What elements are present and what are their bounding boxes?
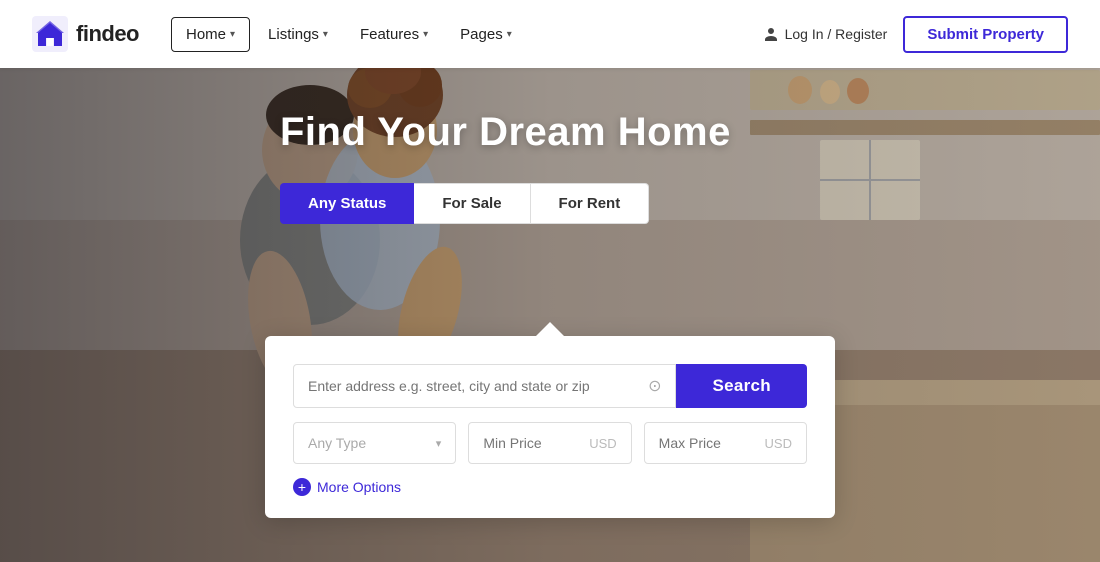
nav-features-label: Features xyxy=(360,26,419,43)
chevron-down-icon: ▾ xyxy=(423,29,428,40)
search-row: ⊙ Search xyxy=(293,364,807,408)
more-options-label: More Options xyxy=(317,479,401,495)
min-price-wrap: USD xyxy=(468,422,631,464)
search-input-wrap: ⊙ xyxy=(293,364,676,408)
submit-property-button[interactable]: Submit Property xyxy=(903,16,1068,53)
location-icon: ⊙ xyxy=(648,376,661,396)
status-tab-any[interactable]: Any Status xyxy=(280,183,414,224)
nav-item-home[interactable]: Home ▾ xyxy=(171,17,250,52)
filter-row: Any Type ▾ Any Type House Apartment Cond… xyxy=(293,422,807,464)
min-price-unit: USD xyxy=(589,436,616,451)
max-price-input[interactable] xyxy=(659,423,765,463)
nav-pages-label: Pages xyxy=(460,26,503,43)
chevron-down-icon: ▾ xyxy=(507,29,512,40)
address-input[interactable] xyxy=(308,365,648,407)
search-button[interactable]: Search xyxy=(676,364,807,408)
user-icon xyxy=(763,26,779,42)
more-options-button[interactable]: + More Options xyxy=(293,478,807,496)
status-tab-sale[interactable]: For Sale xyxy=(414,183,530,224)
status-tabs: Any Status For Sale For Rent xyxy=(280,183,649,224)
navbar: findeo Home ▾ Listings ▾ Features ▾ Page… xyxy=(0,0,1100,68)
logo-icon xyxy=(32,16,68,52)
min-price-input[interactable] xyxy=(483,423,589,463)
chevron-down-icon: ▾ xyxy=(323,29,328,40)
search-card: ⊙ Search Any Type ▾ Any Type House Apart… xyxy=(265,336,835,518)
status-tab-rent[interactable]: For Rent xyxy=(531,183,650,224)
card-pointer xyxy=(536,322,564,336)
nav-listings-label: Listings xyxy=(268,26,319,43)
max-price-unit: USD xyxy=(765,436,792,451)
plus-circle-icon: + xyxy=(293,478,311,496)
logo[interactable]: findeo xyxy=(32,16,139,52)
nav-links: Home ▾ Listings ▾ Features ▾ Pages ▾ xyxy=(171,17,763,52)
max-price-wrap: USD xyxy=(644,422,807,464)
nav-right: Log In / Register Submit Property xyxy=(763,16,1068,53)
hero-title: Find Your Dream Home xyxy=(280,110,731,155)
nav-item-listings[interactable]: Listings ▾ xyxy=(254,18,342,51)
login-button[interactable]: Log In / Register xyxy=(763,26,888,42)
nav-item-features[interactable]: Features ▾ xyxy=(346,18,442,51)
login-label: Log In / Register xyxy=(785,26,888,42)
chevron-down-icon: ▾ xyxy=(230,29,235,40)
logo-text: findeo xyxy=(76,21,139,47)
nav-home-label: Home xyxy=(186,26,226,43)
nav-item-pages[interactable]: Pages ▾ xyxy=(446,18,526,51)
type-select-wrap[interactable]: Any Type ▾ Any Type House Apartment Cond… xyxy=(293,422,456,464)
